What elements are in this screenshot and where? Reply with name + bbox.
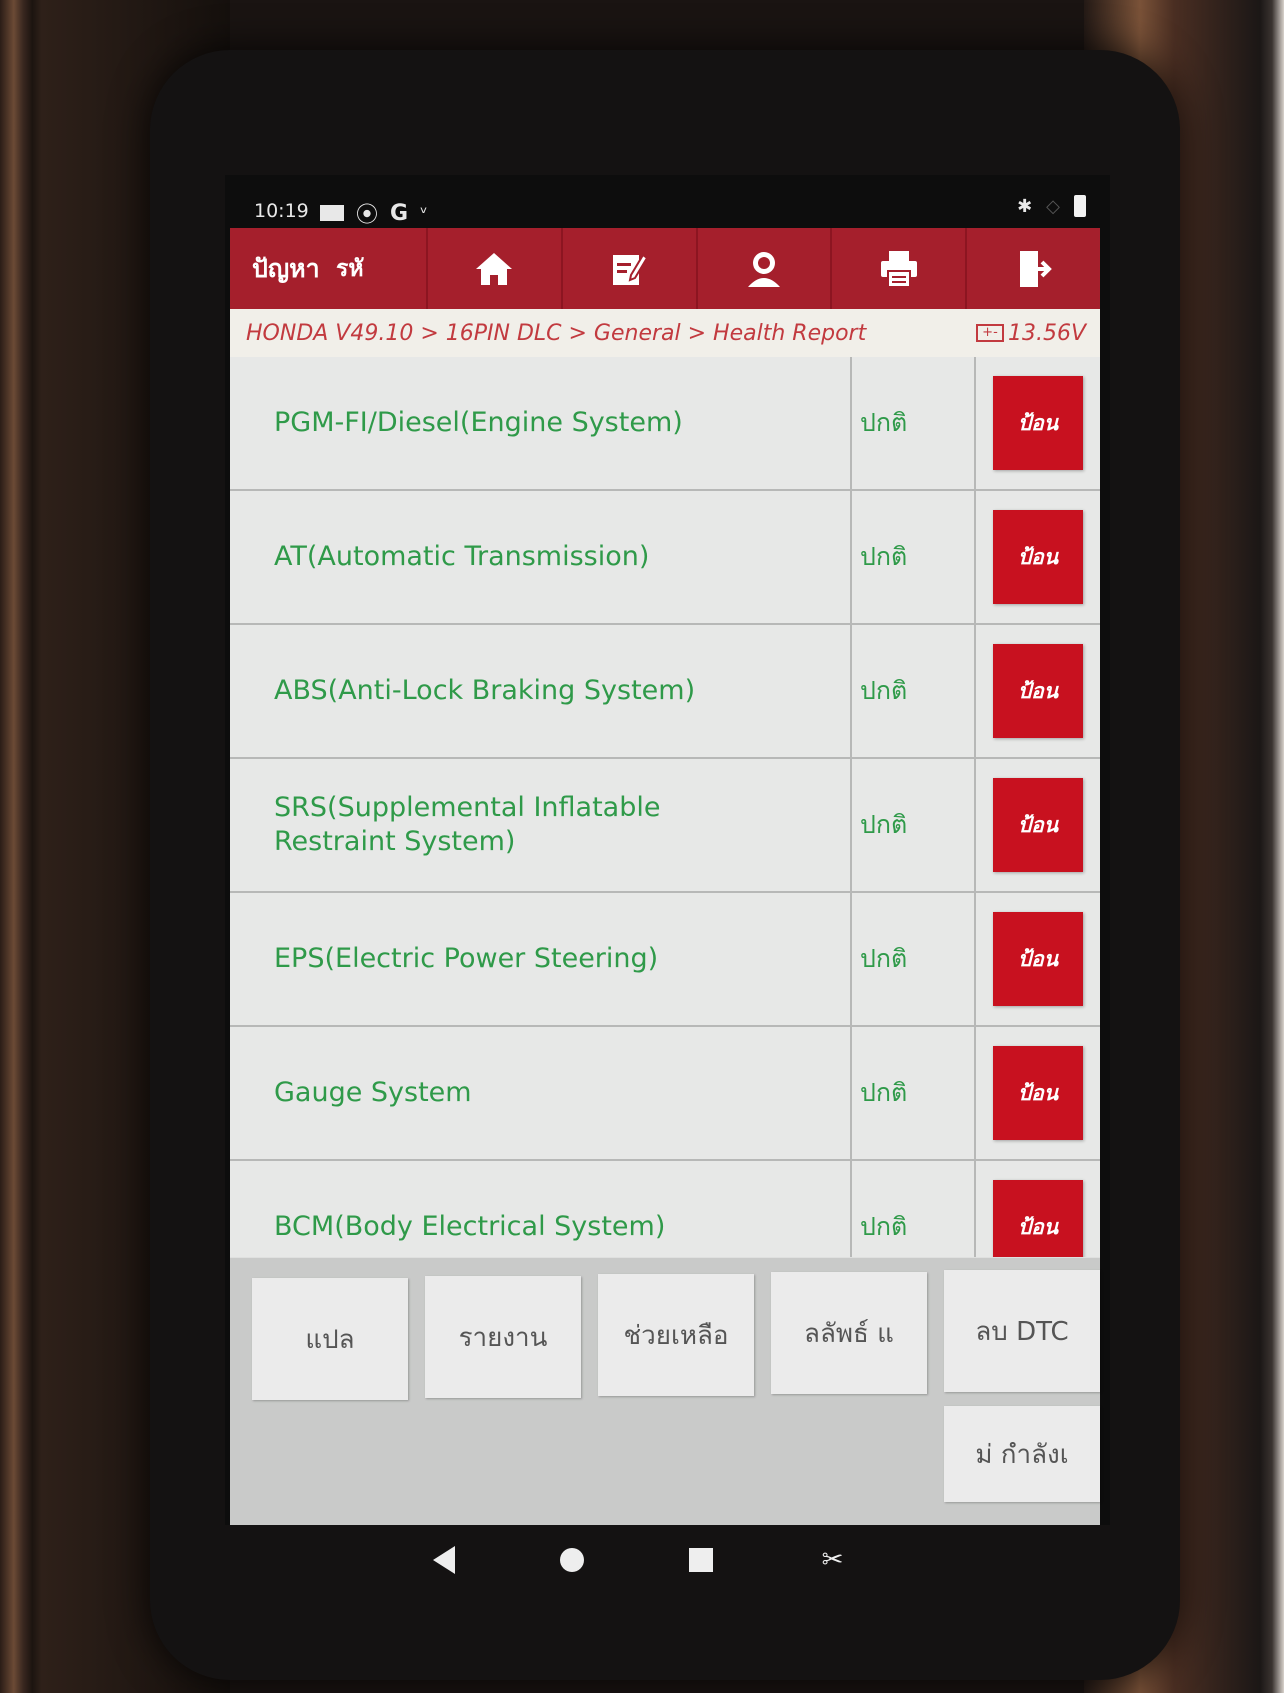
diagnostic-app: ปัญหา รหั HONDA V49.10 > 16PIN DLC > Gen… xyxy=(230,228,1100,1525)
enter-button[interactable]: ป้อน xyxy=(993,644,1083,738)
home-circle-icon[interactable] xyxy=(559,1548,584,1572)
function-bar: แปล รายงาน ช่วยเหลือ ลลัพธ์ แ ลบ DTC ม่ … xyxy=(230,1258,1100,1525)
enter-button[interactable]: ป้อน xyxy=(993,778,1083,872)
back-icon[interactable] xyxy=(432,1546,455,1574)
bluetooth-icon: ✱ xyxy=(1017,195,1033,217)
toolbar-label-code[interactable]: รหั xyxy=(310,228,426,309)
system-status: ปกติ xyxy=(852,893,976,1025)
processing-button[interactable]: ม่ กำลังเ xyxy=(944,1406,1100,1502)
print-button[interactable] xyxy=(830,228,965,309)
top-toolbar: ปัญหา รหั xyxy=(230,228,1100,309)
car-battery-icon: +- xyxy=(975,324,1004,342)
exit-icon xyxy=(1019,250,1052,287)
system-name: PGM-FI/Diesel(Engine System) xyxy=(230,357,852,489)
google-icon: G xyxy=(390,200,409,226)
voltage-indicator: +- 13.56V xyxy=(975,320,1086,346)
system-row: AT(Automatic Transmission) ปกติ ป้อน xyxy=(230,491,1100,625)
signal-icon: ⦿ xyxy=(356,203,379,228)
wifi-icon: ◇ xyxy=(1046,195,1060,217)
status-time: 10:19 xyxy=(254,200,309,222)
enter-button[interactable]: ป้อน xyxy=(993,1046,1083,1140)
system-row: EPS(Electric Power Steering) ปกติ ป้อน xyxy=(230,893,1100,1027)
exit-button[interactable] xyxy=(965,228,1100,309)
breadcrumb: HONDA V49.10 > 16PIN DLC > General > Hea… xyxy=(230,309,1100,357)
system-status: ปกติ xyxy=(852,625,976,757)
system-status: ปกติ xyxy=(852,357,976,489)
result-button[interactable]: ลลัพธ์ แ xyxy=(771,1272,927,1394)
enter-button[interactable]: ป้อน xyxy=(993,376,1083,470)
stethoscope-icon: ᵛ xyxy=(420,202,428,224)
home-button[interactable] xyxy=(426,228,561,309)
system-name: ABS(Anti-Lock Braking System) xyxy=(230,625,852,757)
home-icon xyxy=(476,252,513,285)
system-name: SRS(Supplemental Inflatable Restraint Sy… xyxy=(230,759,852,891)
system-row: BCM(Body Electrical System) ปกติ ป้อน xyxy=(230,1161,1100,1257)
system-row: ABS(Anti-Lock Braking System) ปกติ ป้อน xyxy=(230,625,1100,759)
status-bar: 10:19 ⦿ G ᵛ ✱ ◇ xyxy=(250,195,1090,229)
print-icon xyxy=(880,250,917,288)
status-icons-right: ✱ ◇ xyxy=(1017,195,1086,217)
system-status: ปกติ xyxy=(852,1161,976,1257)
system-status: ปกติ xyxy=(852,1027,976,1159)
clear-dtc-button[interactable]: ลบ DTC xyxy=(944,1270,1100,1392)
screenshot-icon[interactable]: ✂ xyxy=(818,1545,848,1575)
system-row: PGM-FI/Diesel(Engine System) ปกติ ป้อน xyxy=(230,357,1100,491)
toolbar-label-problem[interactable]: ปัญหา xyxy=(230,228,320,309)
enter-button[interactable]: ป้อน xyxy=(993,912,1083,1006)
battery-icon xyxy=(1074,195,1086,217)
system-list: PGM-FI/Diesel(Engine System) ปกติ ป้อน A… xyxy=(230,357,1100,1257)
recent-apps-icon[interactable] xyxy=(688,1548,713,1572)
system-status: ปกติ xyxy=(852,491,976,623)
mail-icon xyxy=(320,205,344,221)
profile-icon xyxy=(747,251,780,287)
breadcrumb-path: HONDA V49.10 > 16PIN DLC > General > Hea… xyxy=(246,320,867,346)
system-name: Gauge System xyxy=(230,1027,852,1159)
report-button[interactable]: รายงาน xyxy=(425,1276,581,1398)
edit-button[interactable] xyxy=(560,228,696,309)
system-status: ปกติ xyxy=(852,759,976,891)
status-icons-left: ⦿ G ᵛ xyxy=(320,197,428,229)
edit-icon xyxy=(613,253,649,285)
enter-button[interactable]: ป้อน xyxy=(993,1180,1083,1257)
translate-button[interactable]: แปล xyxy=(252,1278,408,1400)
enter-button[interactable]: ป้อน xyxy=(993,510,1083,604)
system-row: Gauge System ปกติ ป้อน xyxy=(230,1027,1100,1161)
system-name: AT(Automatic Transmission) xyxy=(230,491,852,623)
system-name: BCM(Body Electrical System) xyxy=(230,1161,852,1257)
profile-button[interactable] xyxy=(695,228,831,309)
system-row: SRS(Supplemental Inflatable Restraint Sy… xyxy=(230,759,1100,893)
system-name: EPS(Electric Power Steering) xyxy=(230,893,852,1025)
android-nav-bar: ✂ xyxy=(380,1530,900,1590)
help-button[interactable]: ช่วยเหลือ xyxy=(598,1274,754,1396)
voltage-value: 13.56V xyxy=(1007,320,1086,346)
